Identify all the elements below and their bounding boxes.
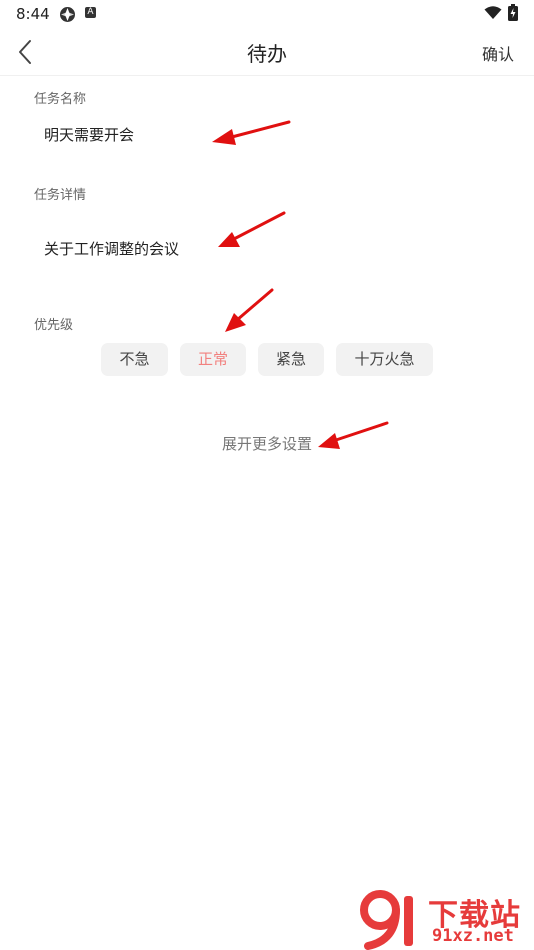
status-bar: 8:44 A — [0, 0, 534, 28]
annotation-arrow-icon — [218, 211, 286, 247]
battery-icon — [508, 4, 518, 21]
priority-option-normal[interactable]: 正常 — [180, 343, 246, 376]
task-name-label: 任务名称 — [34, 92, 87, 107]
status-time: 8:44 — [16, 5, 50, 23]
annotation-arrow-icon — [225, 288, 274, 332]
wifi-icon — [484, 5, 502, 19]
watermark-domain: 91xz.net — [432, 926, 514, 946]
priority-options: 不急 正常 紧急 十万火急 — [101, 343, 433, 376]
app-notification-icon — [59, 6, 76, 27]
page-title: 待办 — [247, 42, 287, 66]
priority-label: 优先级 — [34, 318, 74, 333]
accessibility-notification-icon: A — [85, 7, 96, 18]
confirm-button[interactable]: 确认 — [482, 41, 514, 65]
logo-icon — [360, 890, 413, 950]
annotation-arrow-icon — [212, 120, 291, 145]
task-detail-label: 任务详情 — [34, 188, 87, 203]
priority-option-urgent[interactable]: 紧急 — [258, 343, 324, 376]
priority-option-not-urgent[interactable]: 不急 — [101, 343, 168, 376]
nav-bar: 待办 确认 — [0, 28, 534, 76]
task-detail-input[interactable]: 关于工作调整的会议 — [44, 238, 179, 259]
expand-more-settings-button[interactable]: 展开更多设置 — [0, 433, 534, 454]
site-watermark: 下载站 91xz.net — [358, 888, 528, 950]
task-name-input[interactable]: 明天需要开会 — [44, 124, 134, 145]
status-right-icons — [484, 4, 518, 21]
priority-option-critical[interactable]: 十万火急 — [336, 343, 433, 376]
